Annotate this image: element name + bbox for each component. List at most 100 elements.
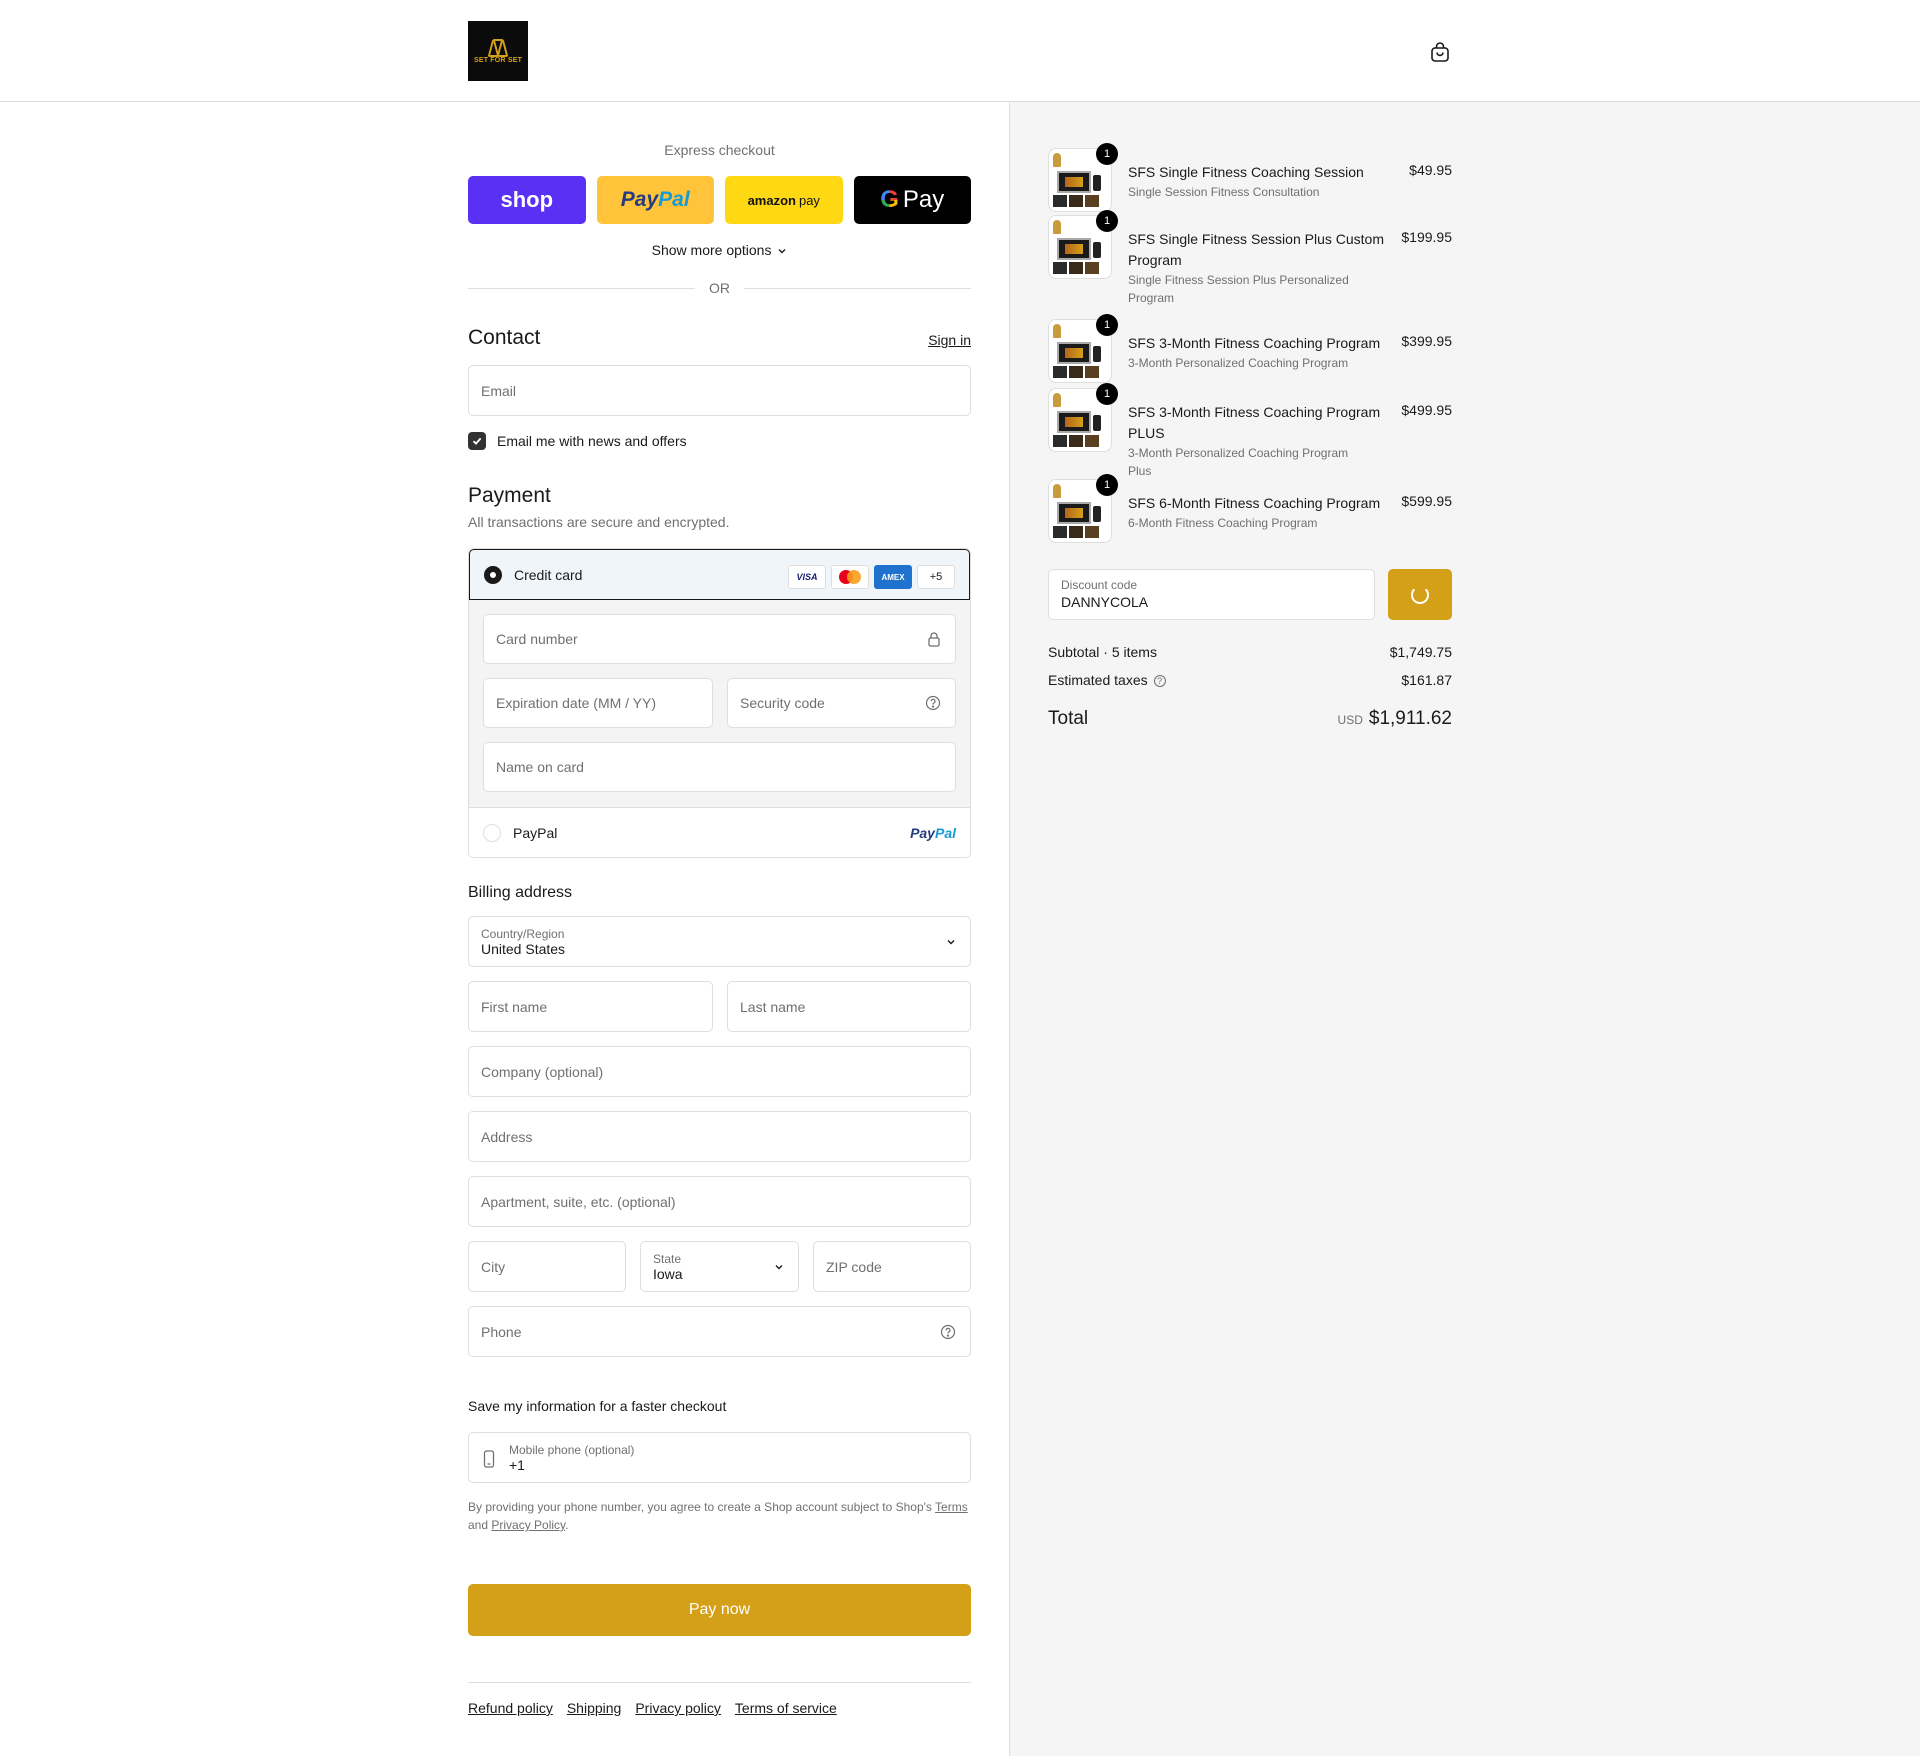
paypal-express-button[interactable]: Pay Pal bbox=[596, 176, 714, 224]
logo-mark-icon bbox=[490, 39, 506, 53]
country-select[interactable]: Country/Region United States bbox=[468, 916, 971, 967]
payment-methods: Credit card VISA AMEX +5 Card number Exp… bbox=[468, 548, 971, 858]
mobile-phone-value: +1 bbox=[509, 1456, 525, 1473]
pay-now-button[interactable]: Pay now bbox=[468, 1584, 971, 1636]
phone-placeholder: Phone bbox=[481, 1323, 522, 1340]
credit-card-label: Credit card bbox=[514, 566, 583, 583]
city-placeholder: City bbox=[481, 1258, 506, 1275]
or-divider: OR bbox=[468, 280, 971, 296]
express-checkout-title: Express checkout bbox=[664, 142, 775, 158]
state-select[interactable]: State Iowa bbox=[640, 1241, 799, 1292]
product-title: SFS Single Fitness Session Plus Custom P… bbox=[1128, 231, 1384, 268]
footer-divider bbox=[468, 1682, 971, 1683]
paypal-logo-a: Pay bbox=[910, 824, 935, 841]
paypal-radio[interactable] bbox=[483, 823, 501, 842]
mobile-phone-icon bbox=[483, 1450, 495, 1468]
shop-pay-label: shop bbox=[500, 187, 554, 212]
company-placeholder: Company (optional) bbox=[481, 1063, 604, 1080]
shopping-bag-icon[interactable] bbox=[1428, 40, 1452, 64]
country-value: United States bbox=[481, 940, 566, 957]
help-circle-icon[interactable] bbox=[940, 1324, 956, 1340]
show-more-label: Show more options bbox=[651, 242, 772, 258]
help-circle-icon[interactable]: ? bbox=[1153, 675, 1166, 688]
zip-field[interactable]: ZIP code bbox=[813, 1241, 971, 1292]
loading-spinner-icon bbox=[1411, 585, 1429, 604]
shop-terms-notice: By providing your phone number, you agre… bbox=[468, 1498, 971, 1534]
apply-discount-button[interactable] bbox=[1388, 569, 1452, 620]
taxes-row: Estimated taxes? $161.87 bbox=[1048, 672, 1452, 688]
total-row: Total USD $1,911.62 bbox=[1048, 708, 1452, 730]
pay-now-label: Pay now bbox=[688, 1601, 751, 1618]
fine-print-end: . bbox=[565, 1518, 569, 1532]
expiration-field[interactable]: Expiration date (MM / YY) bbox=[483, 678, 713, 728]
security-code-placeholder: Security code bbox=[740, 695, 825, 711]
city-field[interactable]: City bbox=[468, 1241, 626, 1292]
save-info-title: Save my information for a faster checkou… bbox=[468, 1398, 727, 1414]
shop-pay-button[interactable]: shop bbox=[468, 176, 586, 224]
news-offers-checkbox[interactable] bbox=[468, 432, 486, 450]
payment-title: Payment bbox=[468, 484, 551, 507]
more-cards-badge: +5 bbox=[917, 565, 955, 589]
apartment-field[interactable]: Apartment, suite, etc. (optional) bbox=[468, 1176, 971, 1227]
name-on-card-placeholder: Name on card bbox=[496, 759, 584, 775]
quantity-badge: 1 bbox=[1096, 314, 1118, 336]
email-field[interactable]: Email bbox=[468, 365, 971, 416]
store-logo[interactable]: SET FOR SET bbox=[468, 21, 528, 81]
sign-in-link[interactable]: Sign in bbox=[928, 332, 971, 348]
privacy-policy-link[interactable]: Privacy Policy bbox=[491, 1518, 565, 1532]
subtotal-value: $1,749.75 bbox=[1389, 644, 1452, 660]
help-circle-icon[interactable] bbox=[925, 695, 941, 711]
discount-code-field[interactable]: Discount code DANNYCOLA bbox=[1048, 569, 1375, 620]
discount-code-value: DANNYCOLA bbox=[1061, 594, 1149, 610]
product-variant: 6-Month Fitness Coaching Program bbox=[1128, 516, 1318, 530]
privacy-policy-footer-link[interactable]: Privacy policy bbox=[635, 1700, 721, 1716]
product-variant: 3-Month Personalized Coaching Program Pl… bbox=[1128, 446, 1349, 478]
show-more-options[interactable]: Show more options bbox=[468, 242, 971, 258]
first-name-placeholder: First name bbox=[481, 998, 548, 1015]
last-name-placeholder: Last name bbox=[740, 998, 806, 1015]
address-field[interactable]: Address bbox=[468, 1111, 971, 1162]
apartment-placeholder: Apartment, suite, etc. (optional) bbox=[481, 1193, 676, 1210]
mobile-phone-label: Mobile phone (optional) bbox=[509, 1442, 635, 1457]
product-price: $599.95 bbox=[1401, 493, 1452, 509]
credit-card-radio[interactable] bbox=[484, 565, 502, 584]
quantity-badge: 1 bbox=[1096, 474, 1118, 496]
name-on-card-field[interactable]: Name on card bbox=[483, 742, 956, 792]
amazon-pay-label: pay bbox=[798, 192, 820, 208]
product-variant: 3-Month Personalized Coaching Program bbox=[1128, 356, 1349, 370]
mobile-phone-field[interactable]: Mobile phone (optional) +1 bbox=[468, 1432, 971, 1483]
security-code-field[interactable]: Security code bbox=[727, 678, 956, 728]
shipping-link[interactable]: Shipping bbox=[567, 1700, 622, 1716]
paypal-option[interactable]: PayPal PayPal bbox=[469, 807, 970, 857]
state-value: Iowa bbox=[653, 1265, 683, 1282]
contact-title: Contact bbox=[468, 326, 541, 349]
mastercard-icon bbox=[831, 565, 869, 589]
credit-card-option[interactable]: Credit card VISA AMEX +5 bbox=[469, 549, 970, 600]
terms-link[interactable]: Terms bbox=[935, 1500, 968, 1514]
first-name-field[interactable]: First name bbox=[468, 981, 713, 1032]
amazon-pay-button[interactable]: amazon pay bbox=[725, 176, 843, 224]
fine-print-and: and bbox=[468, 1518, 489, 1532]
paypal-logo-b: Pal bbox=[934, 824, 956, 841]
company-field[interactable]: Company (optional) bbox=[468, 1046, 971, 1097]
credit-card-form: Card number Expiration date (MM / YY) Se… bbox=[469, 600, 970, 807]
google-g-icon: G bbox=[880, 186, 899, 213]
refund-policy-link[interactable]: Refund policy bbox=[468, 1700, 553, 1716]
card-number-field[interactable]: Card number bbox=[483, 614, 956, 664]
paypal-logo-pay: Pay bbox=[620, 188, 659, 211]
subtotal-row: Subtotal · 5 items $1,749.75 bbox=[1048, 644, 1452, 660]
product-price: $499.95 bbox=[1401, 402, 1452, 418]
phone-field[interactable]: Phone bbox=[468, 1306, 971, 1357]
chevron-down-icon bbox=[947, 939, 955, 944]
last-name-field[interactable]: Last name bbox=[727, 981, 971, 1032]
paypal-option-label: PayPal bbox=[513, 824, 558, 841]
google-pay-button[interactable]: G Pay bbox=[853, 176, 971, 224]
product-price: $199.95 bbox=[1401, 229, 1452, 245]
product-price: $399.95 bbox=[1401, 333, 1452, 349]
taxes-value: $161.87 bbox=[1401, 672, 1452, 688]
footer-links: Refund policy Shipping Privacy policy Te… bbox=[468, 1700, 837, 1716]
product-title: SFS 3-Month Fitness Coaching Program bbox=[1128, 335, 1381, 351]
terms-of-service-link[interactable]: Terms of service bbox=[735, 1700, 837, 1716]
chevron-down-icon bbox=[775, 1264, 783, 1269]
product-variant: Single Session Fitness Consultation bbox=[1128, 185, 1320, 199]
